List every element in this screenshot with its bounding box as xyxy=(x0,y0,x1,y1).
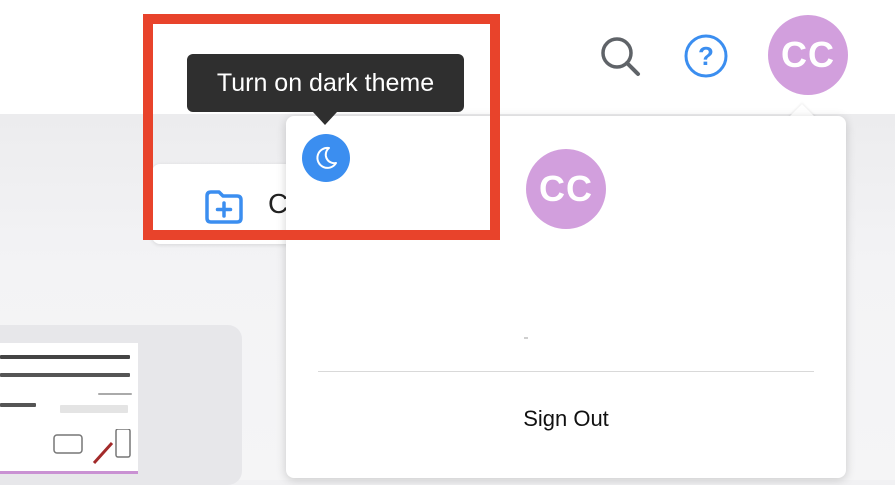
menu-divider xyxy=(318,371,814,372)
svg-text:?: ? xyxy=(698,41,714,71)
menu-placeholder-mark xyxy=(524,337,528,339)
menu-avatar: CC xyxy=(526,149,606,229)
search-icon xyxy=(601,37,640,76)
highlight-box xyxy=(143,14,500,240)
help-icon: ? xyxy=(684,34,728,78)
search-button[interactable] xyxy=(596,32,644,80)
document-illustration xyxy=(53,429,131,465)
sign-out-button[interactable]: Sign Out xyxy=(286,406,846,432)
user-avatar-button[interactable]: CC xyxy=(768,15,848,95)
document-card[interactable] xyxy=(0,325,242,485)
help-button[interactable]: ? xyxy=(682,32,730,80)
document-thumbnail xyxy=(0,343,138,474)
